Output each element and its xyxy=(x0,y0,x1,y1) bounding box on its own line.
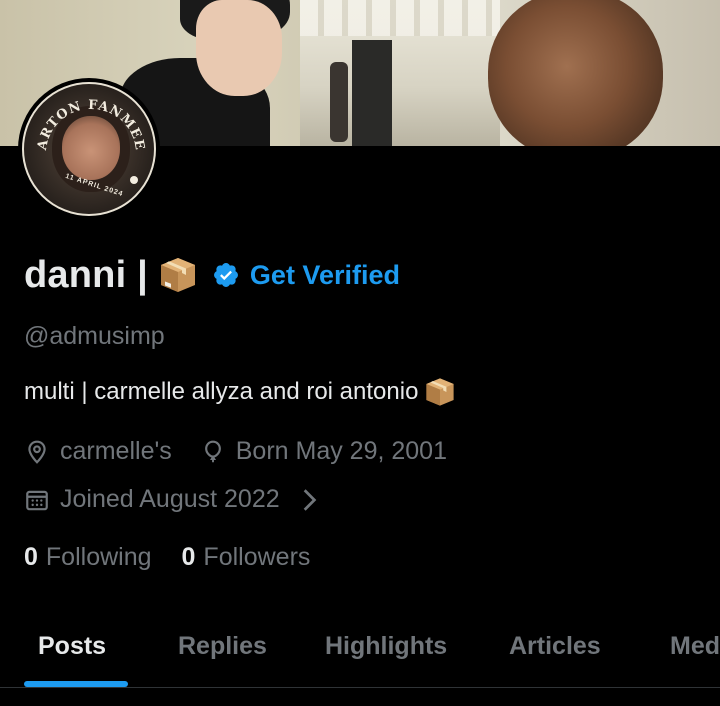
balloon-icon xyxy=(204,440,221,462)
calendar-icon xyxy=(26,490,48,510)
birthday-text: Born May 29, 2001 xyxy=(235,437,447,465)
verified-badge-icon[interactable] xyxy=(212,261,240,289)
banner-person-right-hair xyxy=(488,0,663,146)
location-text: carmelle's xyxy=(60,437,172,465)
banner-door xyxy=(352,40,392,146)
banner-person-left-face xyxy=(196,0,282,96)
package-emoji-icon xyxy=(160,258,195,292)
profile-meta-row: carmelle's Born May 29, 2001 xyxy=(24,437,475,466)
tab-highlights[interactable]: Highlights xyxy=(325,632,447,661)
tab-media[interactable]: Media xyxy=(670,632,720,661)
banner-background-person xyxy=(330,62,348,142)
get-verified-link[interactable]: Get Verified xyxy=(250,260,400,291)
tab-replies[interactable]: Replies xyxy=(178,632,267,661)
birthday-item: Born May 29, 2001 xyxy=(200,437,447,466)
tab-posts[interactable]: Posts xyxy=(38,632,106,661)
avatar-image: CARTON FANMEET 11 APRIL 2024 xyxy=(22,82,156,216)
banner-ceiling-lights xyxy=(300,0,500,36)
followers-link[interactable]: 0 Followers xyxy=(182,543,311,572)
avatar-ring-label: CARTON FANMEET xyxy=(24,84,146,152)
profile-tabs: Posts Replies Highlights Articles Media xyxy=(0,610,720,688)
following-link[interactable]: 0 Following xyxy=(24,543,152,572)
name-row: danni | Get Verified xyxy=(24,252,400,298)
following-label: Following xyxy=(45,543,152,571)
tab-articles[interactable]: Articles xyxy=(509,632,601,661)
avatar-ring-text: CARTON FANMEET xyxy=(24,84,147,184)
package-emoji-icon xyxy=(426,378,455,406)
following-count: 0 xyxy=(24,543,38,571)
joined-item[interactable]: Joined August 2022 xyxy=(24,485,332,514)
follow-stats: 0 Following 0 Followers xyxy=(24,543,340,572)
profile-handle: @admusimp xyxy=(24,322,165,350)
followers-label: Followers xyxy=(203,543,311,571)
profile-joined-row[interactable]: Joined August 2022 xyxy=(24,485,360,514)
location-item: carmelle's xyxy=(24,437,172,466)
profile-avatar[interactable]: CARTON FANMEET 11 APRIL 2024 xyxy=(18,78,160,220)
profile-bio: multi | carmelle allyza and roi antonio xyxy=(24,376,456,408)
chevron-right-icon xyxy=(303,488,316,511)
display-name: danni | xyxy=(24,253,148,296)
svg-text:CARTON FANMEET: CARTON FANMEET xyxy=(24,84,147,152)
active-tab-indicator xyxy=(24,681,128,687)
bio-text: multi | carmelle allyza and roi antonio xyxy=(24,378,419,405)
joined-text: Joined August 2022 xyxy=(60,485,280,513)
location-pin-icon xyxy=(28,440,46,464)
followers-count: 0 xyxy=(181,543,196,571)
